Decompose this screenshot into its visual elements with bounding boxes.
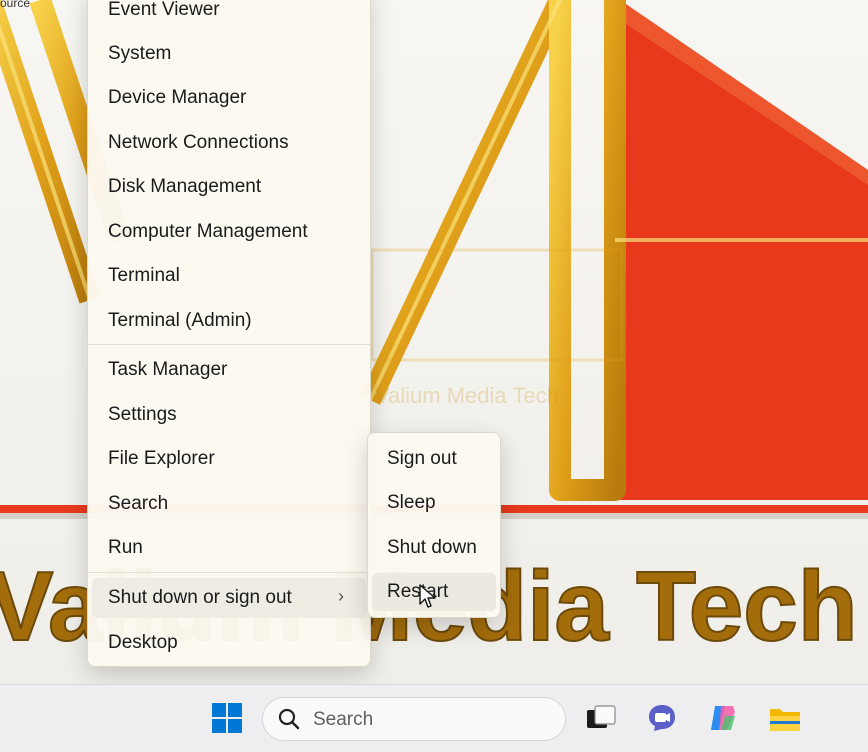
task-view-icon[interactable] [584,701,618,735]
taskbar-search-box[interactable]: Search [262,697,566,741]
menu-item-device-manager[interactable]: Device Manager [92,78,366,118]
mouse-cursor-icon [419,584,436,608]
menu-item-file-explorer[interactable]: File Explorer [92,439,366,479]
menu-item-terminal[interactable]: Terminal [92,256,366,296]
winx-context-menu: Event Viewer System Device Manager Netwo… [87,0,371,667]
copilot-icon[interactable] [706,701,740,735]
menu-item-network-connections[interactable]: Network Connections [92,123,366,163]
corner-label: ource [0,0,31,10]
menu-item-task-manager[interactable]: Task Manager [92,350,366,390]
menu-separator [88,344,370,345]
chat-icon[interactable] [645,701,679,735]
menu-item-disk-management[interactable]: Disk Management [92,167,366,207]
menu-item-event-viewer[interactable]: Event Viewer [92,0,366,30]
menu-item-search[interactable]: Search [92,484,366,524]
chevron-right-icon: › [338,586,344,606]
search-icon [278,708,300,730]
menu-item-desktop[interactable]: Desktop [92,623,366,663]
menu-item-system[interactable]: System [92,34,366,74]
menu-item-shut-down-or-sign-out[interactable]: Shut down or sign out › [92,578,366,618]
windows-start-icon[interactable] [210,701,244,735]
taskbar: Search [0,684,868,752]
file-explorer-icon[interactable] [768,701,802,735]
submenu-item-sign-out[interactable]: Sign out [372,440,496,478]
menu-item-terminal-admin[interactable]: Terminal (Admin) [92,301,366,341]
menu-item-settings[interactable]: Settings [92,395,366,435]
menu-item-run[interactable]: Run [92,528,366,568]
menu-separator [88,572,370,573]
watermark-text: Valium Media Tech [375,383,559,408]
submenu-item-sleep[interactable]: Sleep [372,484,496,522]
search-placeholder: Search [313,709,374,730]
submenu-item-shut-down[interactable]: Shut down [372,529,496,567]
menu-item-computer-management[interactable]: Computer Management [92,212,366,252]
